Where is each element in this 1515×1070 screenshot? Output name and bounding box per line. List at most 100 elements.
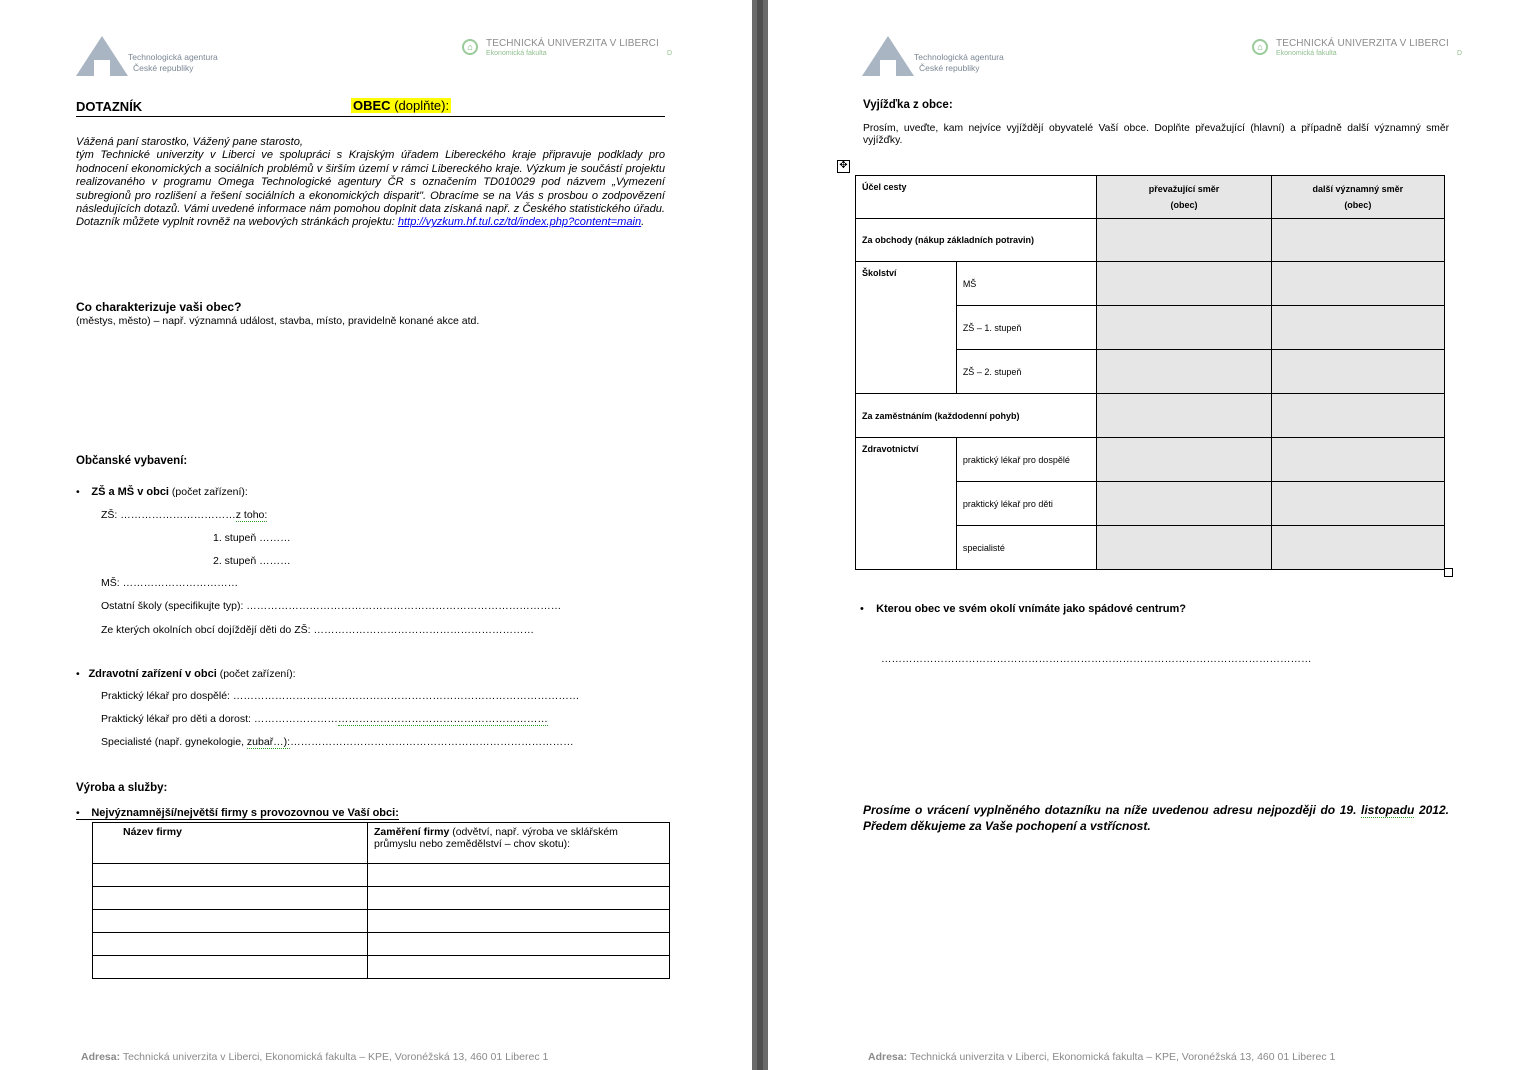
table-row [92, 863, 670, 887]
ms-count-line[interactable]: MŠ: …………………………… [101, 577, 238, 589]
health-bullet: • Zdravotní zařízení v obci (počet zaříz… [76, 668, 296, 680]
firms-col-focus-header: Zaměření firmy (odvětví, např. výroba ve… [367, 822, 670, 864]
row-gp-child-label: praktický lékař pro děti [955, 481, 1098, 526]
tul-logo-code: D [666, 50, 672, 57]
row-gp-adult-label: praktický lékař pro dospělé [955, 437, 1098, 482]
other-direction-cell[interactable] [1270, 393, 1446, 438]
gp-child-line[interactable]: Praktický lékař pro děti a dorost: ……………… [101, 713, 548, 726]
intro-salutation: Vážená paní starostko, Vážený pane staro… [76, 136, 303, 148]
document-page-2: Technologická agentura České republiky ⌂… [768, 0, 1515, 1070]
firm-focus-cell[interactable] [367, 955, 670, 979]
table-row: Název firmy Zaměření firmy (odvětví, nap… [92, 822, 670, 864]
page1-footer: Adresa: Technická univerzita v Liberci, … [81, 1051, 549, 1063]
firm-focus-cell[interactable] [367, 932, 670, 956]
intro-paragraph: Vážená paní starostko, Vážený pane staro… [76, 136, 665, 229]
table-resize-handle-icon[interactable] [1444, 568, 1453, 577]
other-direction-cell[interactable] [1270, 481, 1446, 526]
row-shopping-label: Za obchody (nákup základních potravin) [854, 218, 1098, 262]
main-direction-cell[interactable] [1096, 261, 1272, 306]
q1-heading: Co charakterizuje vaši obec? [76, 300, 242, 314]
ta-logo-line1: Technologická agentura [128, 52, 218, 62]
tul-logo-faculty: Ekonomická fakulta [486, 50, 547, 57]
commute-intro: Prosím, uveďte, kam nejvíce vyjíždějí ob… [863, 123, 1449, 146]
other-schools-line[interactable]: Ostatní školy (specifikujte typ): ………………… [101, 600, 561, 612]
table-row: Účel cesty převažující směr (obec) další … [854, 175, 1446, 219]
firm-name-cell[interactable] [92, 909, 368, 933]
main-direction-cell[interactable] [1096, 393, 1272, 438]
other-direction-cell[interactable] [1270, 218, 1446, 262]
tul-logo-faculty: Ekonomická fakulta [1276, 50, 1337, 57]
firm-focus-cell[interactable] [367, 886, 670, 910]
ta-logo-line2: České republiky [919, 63, 980, 73]
firm-name-cell[interactable] [92, 863, 368, 887]
page-separator [752, 0, 768, 1070]
other-direction-cell[interactable] [1270, 261, 1446, 306]
commute-heading: Vyjížďka z obce: [863, 99, 953, 111]
tul-logo: ⌂ TECHNICKÁ UNIVERZITA V LIBERCI Ekonomi… [462, 38, 682, 68]
table-row [92, 886, 670, 910]
ta-cr-logo: Technologická agentura České republiky [862, 36, 1032, 80]
schools-bullet: • ZŠ a MŠ v obci (počet zařízení): [76, 486, 248, 498]
project-link[interactable]: http://vyzkum.hf.tul.cz/td/index.php?con… [398, 216, 641, 228]
main-direction-cell[interactable] [1096, 525, 1272, 570]
document-title: DOTAZNÍK [76, 99, 143, 114]
page2-footer: Adresa: Technická univerzita v Liberci, … [868, 1051, 1336, 1063]
zs-count-line[interactable]: ZŠ: ……………………………z toho: [101, 509, 268, 522]
main-direction-cell[interactable] [1096, 218, 1272, 262]
commute-children-line[interactable]: Ze kterých okolních obcí dojíždějí děti … [101, 624, 534, 636]
center-answer-line[interactable]: …………………………………………………………………………………………………………… [881, 653, 1312, 665]
production-heading: Výroba a služby: [76, 782, 168, 794]
row-ms-label: MŠ [955, 261, 1098, 306]
civic-heading: Občanské vybavení: [76, 455, 188, 467]
table-row [92, 955, 670, 979]
table-row: Za obchody (nákup základních potravin) [854, 218, 1446, 262]
main-direction-cell[interactable] [1096, 305, 1272, 350]
specialists-line[interactable]: Specialisté (např. gynekologie, zubař…):… [101, 736, 574, 749]
other-direction-cell[interactable] [1270, 437, 1446, 482]
main-direction-cell[interactable] [1096, 481, 1272, 526]
table-row: Za zaměstnáním (každodenní pohyb) [854, 393, 1446, 438]
tul-emblem-icon: ⌂ [462, 39, 478, 55]
q1-hint: (městys, město) – např. významná událost… [76, 315, 480, 327]
row-zs1-label: ZŠ – 1. stupeň [955, 305, 1098, 350]
row-work-label: Za zaměstnáním (každodenní pohyb) [854, 393, 1098, 438]
row-education-label: Školství [855, 261, 957, 394]
gp-adult-line[interactable]: Praktický lékař pro dospělé: ……………………………… [101, 690, 579, 702]
firm-focus-cell[interactable] [367, 863, 670, 887]
firm-focus-cell[interactable] [367, 909, 670, 933]
firms-col-name-header: Název firmy [92, 822, 368, 864]
main-direction-cell[interactable] [1096, 437, 1272, 482]
tul-logo-name: TECHNICKÁ UNIVERZITA V LIBERCI [486, 38, 659, 49]
firm-name-cell[interactable] [92, 955, 368, 979]
ta-logo-line2: České republiky [133, 63, 194, 73]
zs-stage2-line[interactable]: 2. stupeň ……… [213, 555, 291, 567]
firm-name-cell[interactable] [92, 886, 368, 910]
commute-table: Účel cesty převažující směr (obec) další … [854, 175, 1446, 570]
row-healthcare-label: Zdravotnictví [855, 437, 957, 570]
table-row: Zdravotnictví praktický lékař pro dospěl… [855, 437, 1446, 570]
col-main-direction-header: převažující směr (obec) [1096, 175, 1272, 219]
tul-logo-code: D [1456, 50, 1462, 57]
document-page-1: Technologická agentura České republiky ⌂… [0, 0, 752, 1070]
table-row: Školství MŠ [855, 261, 1446, 394]
other-direction-cell[interactable] [1270, 305, 1446, 350]
zs-stage1-line[interactable]: 1. stupeň ……… [213, 532, 291, 544]
row-zs2-label: ZŠ – 2. stupeň [955, 349, 1098, 394]
obec-field-label[interactable]: OBEC (doplňte): [351, 98, 452, 113]
other-direction-cell[interactable] [1270, 525, 1446, 570]
table-row [92, 909, 670, 933]
center-question: • Kterou obec ve svém okolí vnímáte jako… [860, 603, 1187, 615]
table-move-handle-icon[interactable]: ✥ [837, 160, 850, 173]
tul-emblem-icon: ⌂ [1252, 39, 1268, 55]
firms-bullet: • Nejvýznamnější/největší firmy s provoz… [76, 807, 399, 820]
row-specialists-label: specialisté [955, 525, 1098, 570]
firms-table: Název firmy Zaměření firmy (odvětví, nap… [92, 822, 670, 979]
ta-cr-logo: Technologická agentura České republiky [76, 36, 246, 80]
col-purpose-header: Účel cesty [854, 175, 1098, 219]
tul-logo-name: TECHNICKÁ UNIVERZITA V LIBERCI [1276, 38, 1449, 49]
firm-name-cell[interactable] [92, 932, 368, 956]
other-direction-cell[interactable] [1270, 349, 1446, 394]
tul-logo: ⌂ TECHNICKÁ UNIVERZITA V LIBERCI Ekonomi… [1252, 38, 1472, 68]
title-row: DOTAZNÍK OBEC (doplňte): [76, 97, 665, 117]
main-direction-cell[interactable] [1096, 349, 1272, 394]
